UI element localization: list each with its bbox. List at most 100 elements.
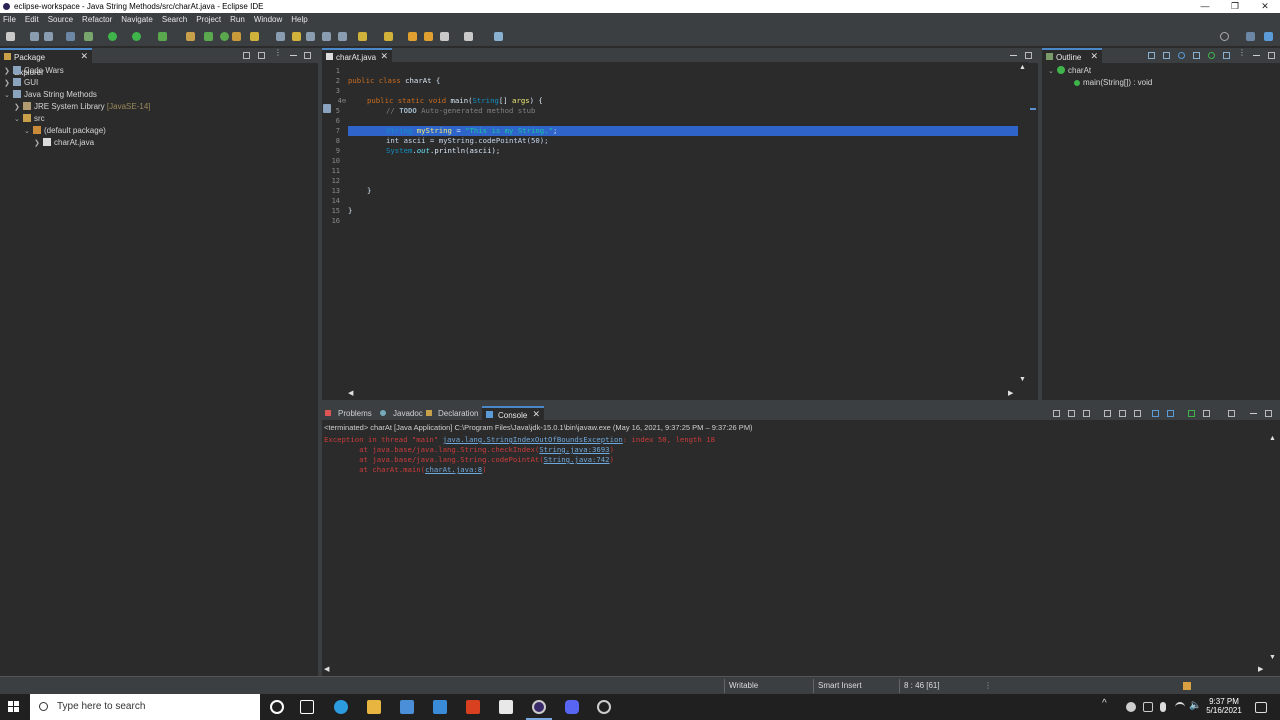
- tree-item-charat-java[interactable]: ❯ charAt.java: [34, 137, 94, 149]
- save-icon[interactable]: [30, 32, 39, 41]
- stack-trace-link[interactable]: String.java:3693: [539, 445, 609, 454]
- java-perspective-icon[interactable]: [1264, 32, 1273, 41]
- run-icon[interactable]: [132, 32, 141, 41]
- eclipse-taskbar-icon[interactable]: [532, 700, 546, 714]
- scroll-lock-icon[interactable]: [1119, 410, 1126, 417]
- outline-class-item[interactable]: ⌄ charAt: [1048, 65, 1091, 77]
- toggle-breadcrumb-icon[interactable]: [66, 32, 75, 41]
- taskbar-clock[interactable]: 9:37 PM 5/16/2021: [1205, 697, 1243, 715]
- collapse-all-outline-icon[interactable]: [1148, 52, 1155, 59]
- cortana-icon[interactable]: [270, 700, 284, 714]
- menu-search[interactable]: Search: [159, 13, 193, 26]
- new-java-project-icon[interactable]: [186, 32, 195, 41]
- new-class-icon[interactable]: [220, 32, 229, 41]
- tab-package-explorer[interactable]: Package Explorer ✕: [0, 48, 92, 77]
- menu-file[interactable]: File: [0, 13, 22, 26]
- notification-icon[interactable]: [1183, 682, 1191, 690]
- microphone-icon[interactable]: [1160, 702, 1166, 712]
- outline-view-menu-icon[interactable]: ⋮: [1238, 48, 1246, 57]
- scroll-up-arrow-icon[interactable]: ▲: [1019, 64, 1026, 71]
- windows-start-icon[interactable]: [8, 701, 20, 713]
- scroll-left-arrow-icon[interactable]: ◀: [324, 665, 329, 673]
- console-vertical-scrollbar[interactable]: ▲ ▼: [1268, 434, 1278, 662]
- scroll-right-arrow-icon[interactable]: ▶: [1008, 389, 1013, 397]
- toggle-block-selection-icon[interactable]: [292, 32, 301, 41]
- action-center-icon[interactable]: [1255, 702, 1267, 713]
- run-debug-icon[interactable]: [108, 32, 117, 41]
- status-menu-icon[interactable]: ⋮: [980, 677, 992, 695]
- collapse-arrow-icon[interactable]: ⌄: [14, 114, 23, 126]
- display-console-icon[interactable]: [1203, 410, 1210, 417]
- tree-item-java-string-methods[interactable]: ⌄ Java String Methods: [4, 89, 97, 101]
- toggle-mark-occurrences-icon[interactable]: [276, 32, 285, 41]
- scroll-right-arrow-icon[interactable]: ▶: [1258, 665, 1263, 673]
- minimize-button[interactable]: —: [1190, 0, 1220, 13]
- collapse-arrow-icon[interactable]: ⌄: [24, 126, 33, 138]
- tray-icon[interactable]: [1126, 702, 1136, 712]
- exception-link[interactable]: java.lang.StringIndexOutOfBoundsExceptio…: [443, 435, 623, 444]
- scroll-left-arrow-icon[interactable]: ◀: [348, 389, 353, 397]
- clear-console-icon[interactable]: [1104, 410, 1111, 417]
- overview-ruler-marker[interactable]: [1030, 108, 1036, 110]
- scroll-down-arrow-icon[interactable]: ▼: [1019, 376, 1026, 383]
- display-icon[interactable]: [1143, 702, 1153, 712]
- horizontal-sash[interactable]: [322, 400, 1280, 406]
- open-type-icon[interactable]: [232, 32, 241, 41]
- terminate-icon[interactable]: [1053, 410, 1060, 417]
- show-on-stdout-icon[interactable]: [1152, 410, 1159, 417]
- pin-console-icon[interactable]: [1188, 410, 1195, 417]
- vertical-sash[interactable]: [318, 48, 322, 676]
- open-perspective-icon[interactable]: [1246, 32, 1255, 41]
- tree-item-default-package[interactable]: ⌄ (default package): [24, 125, 106, 137]
- tab-problems[interactable]: Problems: [326, 406, 372, 421]
- link-with-editor-icon[interactable]: [258, 52, 265, 59]
- forward-history-icon[interactable]: [424, 32, 433, 41]
- tab-outline[interactable]: Outline ✕: [1042, 48, 1102, 63]
- last-edit-location-icon[interactable]: [408, 32, 417, 41]
- menu-window[interactable]: Window: [251, 13, 288, 26]
- menu-run[interactable]: Run: [227, 13, 251, 26]
- obs-icon[interactable]: [597, 700, 611, 714]
- view-menu-icon[interactable]: ⋮: [274, 48, 282, 57]
- scroll-up-arrow-icon[interactable]: ▲: [1269, 435, 1276, 442]
- toggle-ant-editor-icon[interactable]: [338, 32, 347, 41]
- word-wrap-console-icon[interactable]: [1134, 410, 1141, 417]
- back-icon[interactable]: [440, 32, 449, 41]
- minimize-view-icon[interactable]: [290, 52, 297, 56]
- menu-refactor[interactable]: Refactor: [79, 13, 118, 26]
- outline-method-item[interactable]: main(String[]) : void: [1074, 77, 1152, 89]
- stack-trace-link[interactable]: charAt.java:8: [425, 465, 482, 474]
- show-on-stderr-icon[interactable]: [1167, 410, 1174, 417]
- previous-annotation-icon[interactable]: [384, 32, 393, 41]
- discord-icon[interactable]: [565, 700, 579, 714]
- collapse-arrow-icon[interactable]: ⌄: [1048, 66, 1057, 78]
- hide-fields-icon[interactable]: [1178, 52, 1185, 59]
- skip-breakpoints-icon[interactable]: [84, 32, 93, 41]
- vertical-sash-right[interactable]: [1038, 48, 1042, 400]
- app-icon[interactable]: [499, 700, 513, 714]
- close-console-button[interactable]: ✕: [532, 408, 540, 421]
- tree-item-code-wars[interactable]: ❯ Code Wars: [4, 65, 64, 77]
- new-icon[interactable]: [6, 32, 15, 41]
- remove-launch-icon[interactable]: [1068, 410, 1075, 417]
- maximize-console-icon[interactable]: [1265, 410, 1272, 417]
- tab-console[interactable]: Console ✕: [482, 406, 544, 420]
- collapse-arrow-icon[interactable]: ⌄: [4, 90, 13, 102]
- maximize-outline-icon[interactable]: [1268, 52, 1275, 59]
- menu-help[interactable]: Help: [288, 13, 313, 26]
- console-horizontal-scrollbar[interactable]: ◀ ▶: [322, 663, 1268, 675]
- scroll-down-arrow-icon[interactable]: ▼: [1269, 654, 1276, 661]
- taskbar-search-box[interactable]: Type here to search: [30, 694, 260, 720]
- search-icon[interactable]: [1220, 32, 1229, 41]
- open-console-icon[interactable]: [1228, 410, 1235, 417]
- file-explorer-icon[interactable]: [367, 700, 381, 714]
- tree-item-gui[interactable]: ❯ GUI: [4, 77, 38, 89]
- menu-navigate[interactable]: Navigate: [118, 13, 159, 26]
- maximize-view-icon[interactable]: [304, 52, 311, 59]
- stack-trace-link[interactable]: String.java:742: [544, 455, 610, 464]
- pin-editor-icon[interactable]: [494, 32, 503, 41]
- collapse-all-icon[interactable]: [243, 52, 250, 59]
- show-hidden-icons-icon[interactable]: ^: [1102, 698, 1107, 709]
- hide-local-types-icon[interactable]: [1223, 52, 1230, 59]
- expand-arrow-icon[interactable]: ❯: [34, 138, 43, 150]
